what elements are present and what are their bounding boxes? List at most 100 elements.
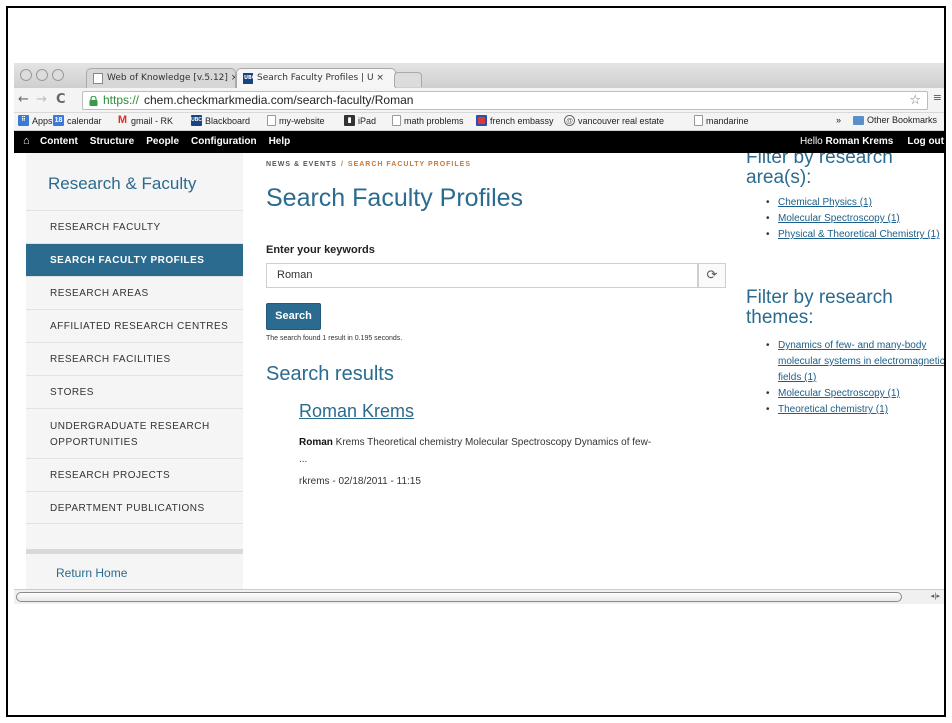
slide-frame: Web of Knowledge [v.5.12] × UBC Search F…: [6, 6, 946, 717]
list-item: Physical & Theoretical Chemistry (1): [766, 227, 940, 243]
filter-area-link[interactable]: Physical & Theoretical Chemistry (1): [778, 229, 940, 240]
page-title: Search Faculty Profiles: [266, 184, 524, 212]
admin-toolbar: ⌂ Content Structure People Configuration…: [14, 131, 944, 153]
ubc-icon: UBC: [191, 115, 202, 126]
filters-panel: Filter by research area(s): Chemical Phy…: [746, 153, 944, 589]
tab-label: Search Faculty Profiles | U ×: [257, 73, 384, 83]
address-bar[interactable]: https:// chem.checkmarkmedia.com/search-…: [82, 91, 928, 110]
bookmark-french-embassy[interactable]: french embassy: [476, 115, 554, 126]
tab-web-of-knowledge[interactable]: Web of Knowledge [v.5.12] ×: [86, 68, 236, 88]
sidebar-divider: [26, 549, 243, 554]
bookmarks-bar: ⠿ Apps 18 calendar M gmail - RK UBC Blac…: [14, 113, 944, 131]
sidebar-item-undergraduate-research[interactable]: UNDERGRADUATE RESEARCH OPPORTUNITIES: [26, 408, 243, 458]
minimize-window-icon[interactable]: [36, 69, 48, 81]
main-content: NEWS & EVENTS / SEARCH FACULTY PROFILES Se…: [266, 153, 726, 589]
tab-search-faculty-profiles[interactable]: UBC Search Faculty Profiles | U ×: [236, 68, 396, 88]
page-icon: [93, 73, 103, 84]
admin-menu-help[interactable]: Help: [269, 136, 291, 147]
sidebar-item-research-faculty[interactable]: RESEARCH FACULTY: [26, 210, 243, 243]
lock-icon: [89, 96, 98, 106]
admin-menu-content[interactable]: Content: [40, 136, 78, 147]
bookmark-calendar[interactable]: 18 calendar: [53, 115, 102, 126]
breadcrumb-separator: /: [340, 161, 344, 168]
apps-icon: ⠿: [18, 115, 29, 126]
refresh-icon[interactable]: ⟳: [698, 263, 726, 288]
sidebar-item-research-facilities[interactable]: RESEARCH FACILITIES: [26, 342, 243, 375]
flag-icon: [476, 115, 487, 126]
bookmark-apps[interactable]: ⠿ Apps: [18, 115, 53, 126]
home-icon[interactable]: ⌂: [23, 135, 30, 147]
sidebar-item-stores[interactable]: STORES: [26, 375, 243, 408]
filter-theme-link[interactable]: Theoretical chemistry (1): [778, 404, 888, 415]
list-item: Dynamics of few- and many-body molecular…: [766, 338, 944, 386]
filter-areas-list: Chemical Physics (1) Molecular Spectrosc…: [766, 195, 940, 243]
filter-themes-list: Dynamics of few- and many-body molecular…: [766, 338, 944, 418]
sidebar-item-department-publications[interactable]: DEPARTMENT PUBLICATIONS: [26, 491, 243, 524]
folder-icon: [853, 115, 864, 125]
filter-theme-link[interactable]: Molecular Spectroscopy (1): [778, 388, 900, 399]
back-arrow-icon[interactable]: ←: [18, 92, 29, 107]
reload-icon[interactable]: C: [56, 92, 66, 107]
url-host: chem.checkmarkmedia.com/search-faculty/R…: [144, 93, 414, 107]
bookmark-blackboard[interactable]: UBC Blackboard: [191, 115, 250, 126]
search-button[interactable]: Search: [266, 303, 321, 330]
sidebar-item-research-projects[interactable]: RESEARCH PROJECTS: [26, 458, 243, 491]
close-window-icon[interactable]: [20, 69, 32, 81]
page-icon: [694, 115, 703, 126]
sidebar-item-search-faculty-profiles[interactable]: SEARCH FACULTY PROFILES: [26, 243, 243, 276]
zoom-window-icon[interactable]: [52, 69, 64, 81]
bookmark-math-problems[interactable]: math problems: [392, 115, 464, 126]
snippet-text: Krems Theoretical chemistry Molecular Sp…: [332, 437, 652, 448]
ipad-icon: ▮: [344, 115, 355, 126]
search-stats: The search found 1 result in 0.195 secon…: [266, 335, 403, 342]
sidebar-item-affiliated-research-centres[interactable]: AFFILIATED RESEARCH CENTRES: [26, 309, 243, 342]
admin-user-name[interactable]: Roman Krems: [826, 136, 894, 147]
horizontal-scrollbar[interactable]: ◂|▸: [14, 589, 944, 604]
filter-area-link[interactable]: Chemical Physics (1): [778, 197, 872, 208]
tab-strip: Web of Knowledge [v.5.12] × UBC Search F…: [14, 63, 944, 88]
bookmark-mandarine[interactable]: mandarine: [694, 115, 749, 126]
logout-link[interactable]: Log out: [907, 136, 944, 147]
result-title-link[interactable]: Roman Krems: [299, 401, 414, 422]
sidebar-item-research-areas[interactable]: RESEARCH AREAS: [26, 276, 243, 309]
scrollbar-thumb[interactable]: [16, 592, 902, 602]
bookmark-other-bookmarks[interactable]: Other Bookmarks: [853, 115, 937, 125]
scroll-arrows-icon[interactable]: ◂|▸: [931, 592, 940, 600]
bookmark-gmail[interactable]: M gmail - RK: [117, 115, 173, 126]
browser-window: Web of Knowledge [v.5.12] × UBC Search F…: [14, 63, 944, 609]
snippet-ellipsis: ...: [299, 454, 308, 465]
breadcrumb-current: SEARCH FACULTY PROFILES: [347, 161, 471, 168]
bookmark-ipad[interactable]: ▮ iPad: [344, 115, 376, 126]
results-heading: Search results: [266, 363, 394, 385]
bookmarks-overflow-chevron[interactable]: »: [836, 115, 841, 125]
snippet-highlight: Roman: [299, 437, 333, 448]
list-item: Molecular Spectroscopy (1): [766, 211, 940, 227]
result-snippet: Roman Krems Theoretical chemistry Molecu…: [299, 434, 729, 468]
filter-areas-heading: Filter by research area(s):: [746, 153, 893, 188]
admin-menu-configuration[interactable]: Configuration: [191, 136, 257, 147]
bookmark-vancouver-real-estate[interactable]: @ vancouver real estate: [564, 115, 664, 126]
return-home-link[interactable]: Return Home: [56, 566, 127, 580]
page-icon: [392, 115, 401, 126]
list-item: Theoretical chemistry (1): [766, 402, 944, 418]
browser-toolbar: ← → C https:// chem.checkmarkmedia.com/s…: [14, 88, 944, 113]
bookmark-star-icon[interactable]: ☆: [909, 93, 921, 108]
admin-menu-people[interactable]: People: [146, 136, 179, 147]
list-item: Chemical Physics (1): [766, 195, 940, 211]
sidebar: Research & Faculty RESEARCH FACULTY SEAR…: [26, 153, 243, 589]
forward-arrow-icon[interactable]: →: [36, 92, 47, 107]
keywords-input[interactable]: Roman: [266, 263, 698, 288]
bookmark-my-website[interactable]: my-website: [267, 115, 325, 126]
admin-menu-structure[interactable]: Structure: [90, 136, 134, 147]
page-content: Research & Faculty RESEARCH FACULTY SEAR…: [14, 153, 944, 589]
tab-label: Web of Knowledge [v.5.12] ×: [107, 73, 236, 83]
menu-icon[interactable]: ≡: [933, 91, 942, 104]
page-icon: [267, 115, 276, 126]
filter-themes-heading: Filter by research themes:: [746, 287, 893, 328]
breadcrumb-news-events[interactable]: NEWS & EVENTS: [266, 161, 337, 168]
calendar-icon: 18: [53, 115, 64, 126]
sidebar-title[interactable]: Research & Faculty: [48, 174, 196, 194]
filter-area-link[interactable]: Molecular Spectroscopy (1): [778, 213, 900, 224]
filter-theme-link[interactable]: Dynamics of few- and many-body molecular…: [778, 340, 944, 383]
new-tab-button[interactable]: [394, 72, 422, 87]
